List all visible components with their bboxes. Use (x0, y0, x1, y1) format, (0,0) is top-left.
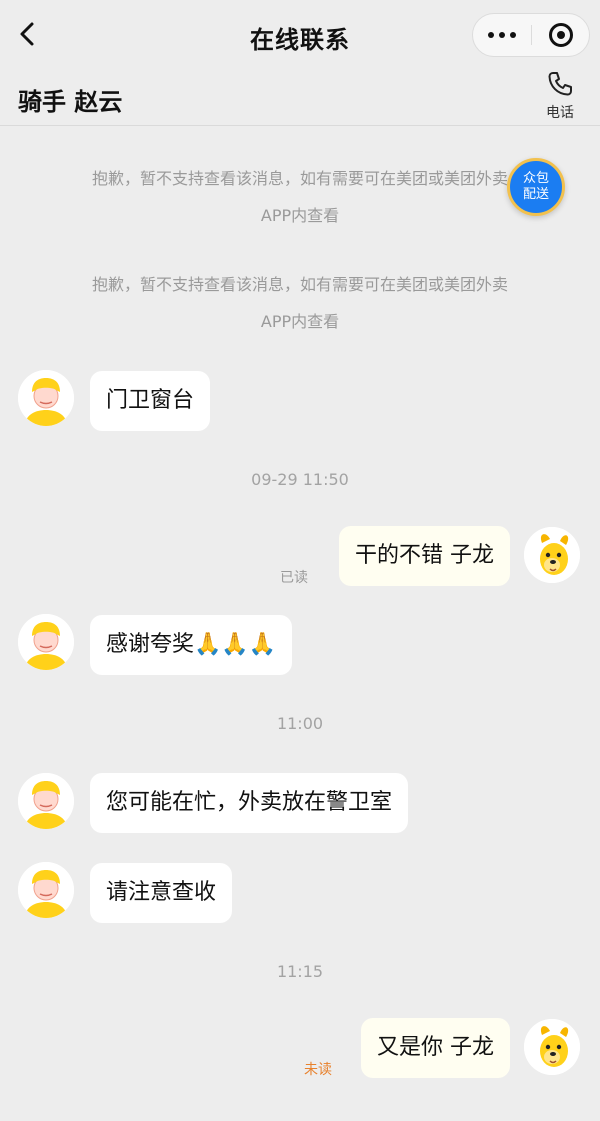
system-message: 抱歉，暂不支持查看该消息，如有需要可在美团或美团外卖 APP内查看 (40, 160, 560, 234)
system-message-line: APP内查看 (260, 206, 340, 225)
timestamp: 11:00 (276, 714, 324, 733)
rider-avatar-image (18, 862, 74, 918)
system-message-line: APP内查看 (260, 312, 340, 331)
rider-avatar[interactable] (18, 862, 74, 918)
target-close-icon (549, 23, 573, 47)
badge-line: 配送 (522, 187, 549, 202)
rider-avatar[interactable] (18, 370, 74, 426)
rider-avatar-image (18, 370, 74, 426)
message-bubble[interactable]: 请注意查收 (90, 863, 233, 923)
phone-button[interactable]: 电话 (536, 70, 584, 124)
rider-name: 骑手 赵云 (18, 88, 123, 116)
read-status: 已读 (280, 570, 308, 586)
rider-avatar[interactable] (18, 614, 74, 670)
phone-icon (546, 70, 574, 98)
rider-avatar-image (18, 614, 74, 670)
system-message-line: 抱歉，暂不支持查看该消息，如有需要可在美团或美团外卖 (91, 275, 508, 294)
unread-status: 未读 (304, 1062, 332, 1078)
user-avatar[interactable] (524, 527, 580, 583)
message-bubble[interactable]: 干的不错 子龙 (339, 526, 510, 586)
chat-header: 骑手 赵云 电话 (0, 68, 600, 126)
phone-label: 电话 (546, 105, 574, 121)
dog-avatar-image (524, 1019, 580, 1075)
dog-avatar-image (524, 527, 580, 583)
message-bubble[interactable]: 您可能在忙，外卖放在警卫室 (90, 773, 409, 833)
timestamp: 09-29 11:50 (251, 470, 349, 489)
more-dots-icon (488, 32, 494, 38)
system-message: 抱歉，暂不支持查看该消息，如有需要可在美团或美团外卖 APP内查看 (40, 266, 560, 340)
badge-line: 众包 (522, 171, 549, 186)
rider-avatar-image (18, 773, 74, 829)
crowdsource-delivery-badge[interactable]: 众包 配送 (507, 158, 565, 216)
bottom-safe-area (0, 1112, 600, 1121)
more-button[interactable] (473, 14, 531, 56)
message-bubble[interactable]: 感谢夸奖🙏🙏🙏 (90, 615, 293, 675)
message-bubble[interactable]: 又是你 子龙 (361, 1018, 510, 1078)
rider-avatar[interactable] (18, 773, 74, 829)
system-message-line: 抱歉，暂不支持查看该消息，如有需要可在美团或美团外卖 (91, 169, 508, 188)
mini-program-capsule (472, 13, 590, 57)
message-bubble[interactable]: 门卫窗台 (90, 371, 211, 431)
timestamp: 11:15 (276, 962, 324, 981)
user-avatar[interactable] (524, 1019, 580, 1075)
top-nav-bar: 在线联系 (0, 0, 600, 68)
close-mini-program-button[interactable] (532, 14, 590, 56)
